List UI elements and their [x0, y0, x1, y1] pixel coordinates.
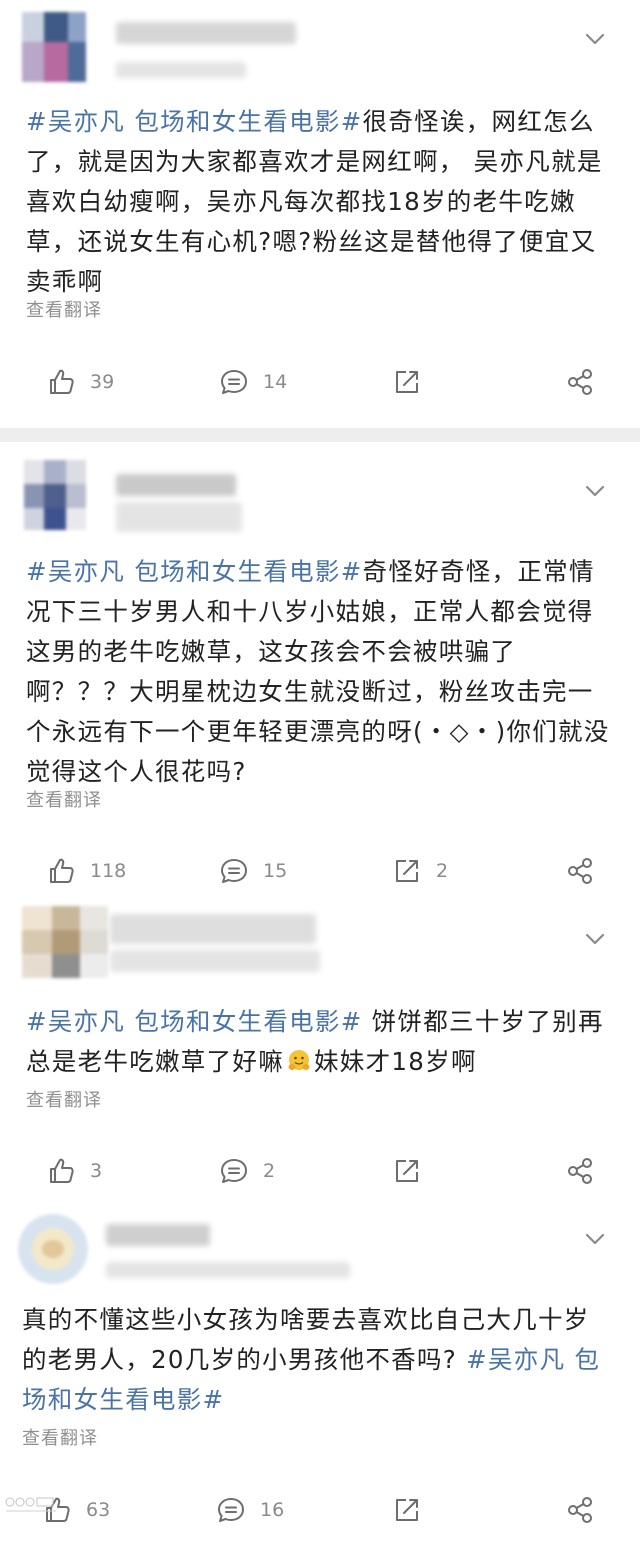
comment-count: 16: [260, 1499, 285, 1521]
translate-link[interactable]: 查看翻译: [22, 1424, 98, 1450]
translate-link[interactable]: 查看翻译: [26, 296, 102, 322]
repost-count: 2: [436, 860, 449, 882]
username[interactable]: [106, 1224, 210, 1246]
avatar[interactable]: [18, 1214, 88, 1284]
thumbs-up-icon: [50, 858, 74, 883]
share-icon: [568, 1497, 592, 1523]
post-text: #吴亦凡 包场和女生看电影#很奇怪诶，网红怎么了，就是因为大家都喜欢才是网红啊，…: [26, 102, 614, 302]
repost-icon: [396, 1160, 418, 1182]
chevron-down-icon[interactable]: [584, 1228, 606, 1250]
share-button[interactable]: [565, 851, 595, 891]
chevron-down-icon[interactable]: [584, 480, 606, 502]
watermark: [4, 1496, 64, 1519]
hashtag-link[interactable]: #吴亦凡 包场和女生看电影#: [26, 557, 363, 586]
username[interactable]: [116, 474, 236, 496]
hugging-emoji-icon: [288, 1050, 310, 1070]
repost-button[interactable]: [392, 1151, 436, 1191]
post-body-continued: 妹妹才18岁啊: [314, 1047, 477, 1076]
username[interactable]: [116, 22, 296, 44]
comment-icon: [221, 1159, 247, 1183]
repost-button[interactable]: [392, 1490, 436, 1530]
share-button[interactable]: [565, 1151, 595, 1191]
post-body: 奇怪好奇怪，正常情况下三十岁男人和十八岁小姑娘，正常人都会觉得这男的老牛吃嫩草，…: [26, 557, 610, 786]
share-icon: [568, 369, 592, 395]
thumbs-up-icon: [50, 1158, 74, 1183]
share-button[interactable]: [565, 362, 595, 402]
post-text: 真的不懂这些小女孩为啥要去喜欢比自己大几十岁的老男人，20几岁的小男孩他不香吗?…: [22, 1300, 614, 1420]
share-button[interactable]: [565, 1490, 595, 1530]
like-count: 39: [90, 371, 115, 393]
repost-icon: [396, 1499, 418, 1521]
repost-button[interactable]: [392, 362, 436, 402]
comment-count: 14: [263, 371, 288, 393]
comment-icon: [221, 859, 247, 883]
post-meta: [116, 62, 246, 78]
post-meta: [106, 1262, 350, 1278]
post-meta: [116, 502, 242, 532]
comment-button[interactable]: 2: [219, 1151, 275, 1191]
repost-icon: [396, 860, 418, 882]
weibo-post: 真的不懂这些小女孩为啥要去喜欢比自己大几十岁的老男人，20几岁的小男孩他不香吗?…: [0, 1198, 640, 1552]
thumbs-up-icon: [50, 369, 74, 394]
username[interactable]: [110, 914, 316, 944]
chevron-down-icon[interactable]: [584, 928, 606, 950]
weibo-post: #吴亦凡 包场和女生看电影#奇怪好奇怪，正常情况下三十岁男人和十八岁小姑娘，正常…: [0, 442, 640, 892]
comment-count: 2: [263, 1160, 276, 1182]
comment-button[interactable]: 16: [216, 1490, 284, 1530]
action-bar: 39 14: [0, 362, 640, 402]
repost-icon: [396, 371, 418, 393]
weibo-post: #吴亦凡 包场和女生看电影#很奇怪诶，网红怎么了，就是因为大家都喜欢才是网红啊，…: [0, 0, 640, 425]
avatar[interactable]: [24, 460, 86, 530]
share-icon: [568, 858, 592, 884]
comment-button[interactable]: 14: [219, 362, 287, 402]
action-bar: 118 15 2: [0, 851, 640, 891]
weibo-post: #吴亦凡 包场和女生看电影# 饼饼都三十岁了别再总是老牛吃嫩草了好嘛 妹妹才18岁…: [0, 892, 640, 1198]
like-button[interactable]: 3: [46, 1151, 102, 1191]
hashtag-link[interactable]: #吴亦凡 包场和女生看电影#: [26, 1007, 363, 1036]
hashtag-link[interactable]: #吴亦凡 包场和女生看电影#: [26, 107, 363, 136]
share-icon: [568, 1158, 592, 1184]
like-count: 3: [90, 1160, 103, 1182]
avatar[interactable]: [22, 906, 108, 978]
translate-link[interactable]: 查看翻译: [26, 1086, 102, 1112]
post-text: #吴亦凡 包场和女生看电影# 饼饼都三十岁了别再总是老牛吃嫩草了好嘛 妹妹才18岁…: [26, 1002, 614, 1082]
like-button[interactable]: 39: [46, 362, 114, 402]
chevron-down-icon[interactable]: [584, 28, 606, 50]
repost-button[interactable]: 2: [392, 851, 448, 891]
like-count: 63: [86, 1499, 111, 1521]
avatar[interactable]: [22, 12, 86, 82]
post-separator: [0, 428, 640, 442]
like-button[interactable]: 118: [46, 851, 126, 891]
post-meta: [110, 950, 320, 972]
comment-count: 15: [263, 860, 288, 882]
comment-button[interactable]: 15: [219, 851, 287, 891]
post-text: #吴亦凡 包场和女生看电影#奇怪好奇怪，正常情况下三十岁男人和十八岁小姑娘，正常…: [26, 552, 614, 792]
action-bar: 3 2: [0, 1151, 640, 1191]
action-bar: 63 16: [0, 1490, 640, 1530]
comment-icon: [218, 1498, 244, 1522]
comment-icon: [221, 370, 247, 394]
like-count: 118: [90, 860, 127, 882]
translate-link[interactable]: 查看翻译: [26, 786, 102, 812]
